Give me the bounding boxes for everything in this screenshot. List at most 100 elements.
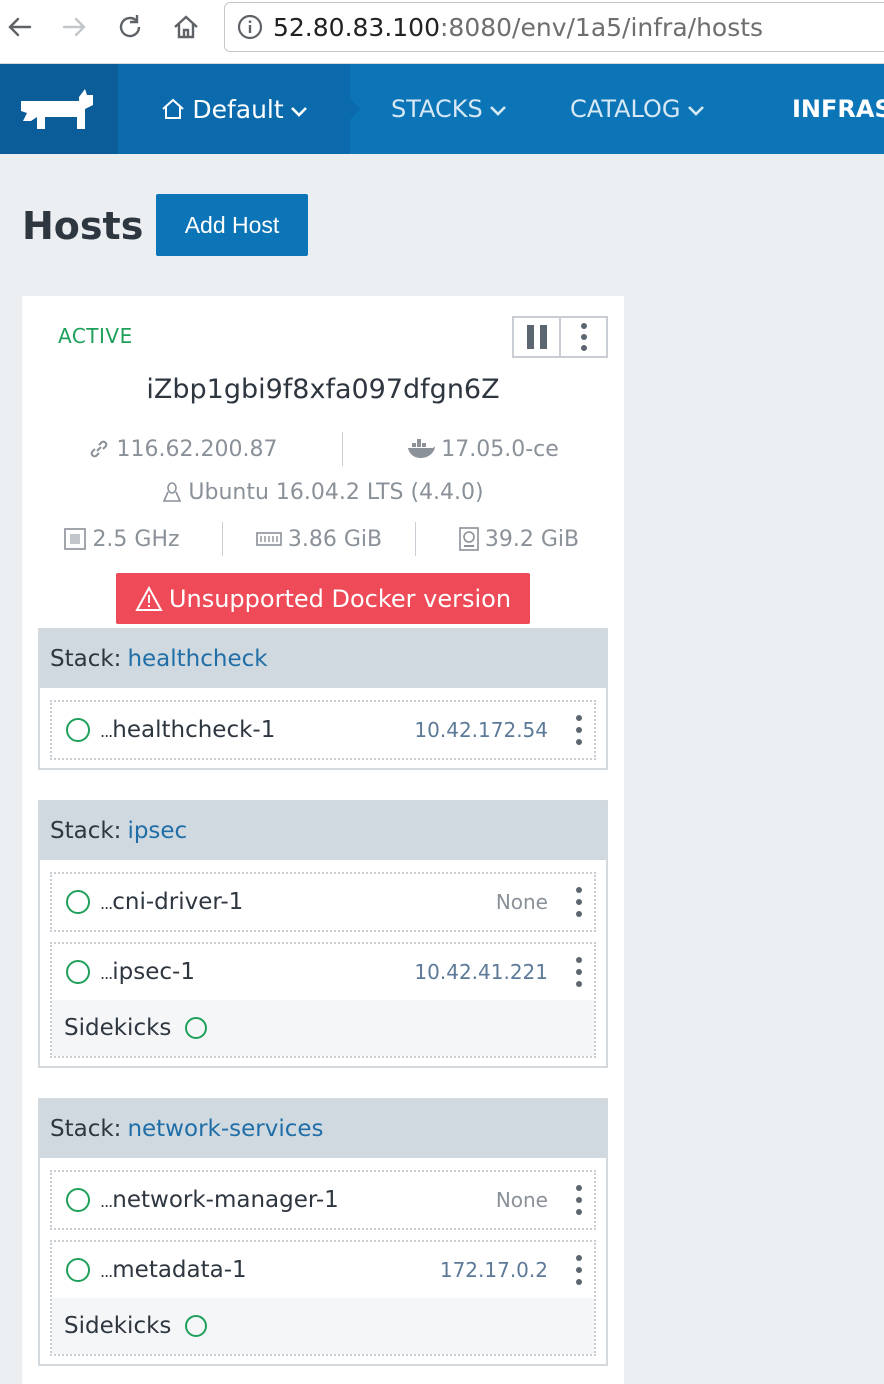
environment-label: Default	[192, 94, 284, 124]
stack-link[interactable]: network-services	[127, 1116, 323, 1142]
memory-icon	[256, 530, 282, 548]
more-vertical-icon[interactable]	[574, 715, 584, 745]
container-ip: 10.42.41.221	[414, 960, 548, 984]
info-icon[interactable]	[237, 14, 263, 40]
more-vertical-icon[interactable]	[561, 318, 606, 356]
status-circle-icon	[66, 1258, 90, 1282]
container-card[interactable]: ...metadata-1 172.17.0.2 Sidekicks	[50, 1240, 596, 1356]
status-circle-icon	[66, 1188, 90, 1212]
stack-link[interactable]: healthcheck	[127, 646, 267, 672]
home-outline-icon	[160, 96, 186, 122]
host-card: ACTIVE iZbp1gbi9f8xfa097dfgn6Z 116.62.20…	[22, 296, 624, 1384]
more-vertical-icon[interactable]	[574, 1255, 584, 1285]
warning-triangle-icon	[135, 585, 163, 612]
container-name[interactable]: ...healthcheck-1	[100, 717, 275, 743]
stack-prefix: Stack:	[50, 1116, 122, 1142]
docker-icon	[407, 439, 436, 459]
container-ip: 10.42.172.54	[414, 718, 548, 742]
stack-link[interactable]: ipsec	[127, 818, 187, 844]
host-state-badge: ACTIVE	[58, 324, 133, 348]
container-card[interactable]: ...ipsec-1 10.42.41.221 Sidekicks	[50, 942, 596, 1058]
storage-icon	[459, 527, 479, 551]
container-ip: None	[495, 1188, 548, 1212]
link-icon	[87, 437, 111, 461]
back-arrow-icon[interactable]	[2, 10, 38, 44]
container-card[interactable]: ...network-manager-1 None	[50, 1170, 596, 1230]
linux-icon	[162, 481, 182, 505]
browser-toolbar: 52.80.83.100:8080/env/1a5/infra/hosts	[0, 0, 884, 64]
stack-network-services: Stack: network-services ...network-manag…	[38, 1098, 608, 1366]
host-storage: 39.2 GiB	[416, 527, 622, 552]
add-host-button[interactable]: Add Host	[156, 194, 308, 256]
address-bar[interactable]: 52.80.83.100:8080/env/1a5/infra/hosts	[224, 2, 884, 52]
rancher-cow-icon	[21, 89, 93, 129]
url-host: 52.80.83.100	[273, 12, 440, 42]
nav-catalog-label: CATALOG	[570, 95, 681, 123]
docker-version-text: 17.05.0-ce	[441, 436, 559, 462]
status-circle-icon[interactable]	[185, 1315, 208, 1337]
host-name: iZbp1gbi9f8xfa097dfgn6Z	[146, 374, 500, 405]
page-title: Hosts	[22, 204, 144, 248]
cpu-text: 2.5 GHz	[92, 526, 180, 552]
pause-icon[interactable]	[514, 318, 561, 356]
rancher-logo[interactable]	[0, 64, 118, 154]
chevron-down-icon	[290, 95, 308, 124]
stack-prefix: Stack:	[50, 818, 122, 844]
container-name[interactable]: ...network-manager-1	[100, 1187, 339, 1213]
container-ip: None	[495, 890, 548, 914]
container-name[interactable]: ...metadata-1	[100, 1257, 247, 1283]
nav-infrastructure[interactable]: INFRAS	[792, 64, 884, 154]
more-vertical-icon[interactable]	[574, 1185, 584, 1215]
cpu-icon	[64, 528, 87, 550]
stack-healthcheck: Stack: healthcheck ...healthcheck-1 10.4…	[38, 628, 608, 770]
warning-text: Unsupported Docker version	[168, 584, 512, 613]
host-memory: 3.86 GiB	[223, 527, 415, 552]
host-docker-version: 17.05.0-ce	[343, 437, 623, 462]
home-icon[interactable]	[168, 10, 204, 44]
status-circle-icon[interactable]	[185, 1017, 208, 1039]
container-ip: 172.17.0.2	[439, 1258, 548, 1282]
host-os: Ubuntu 16.04.2 LTS (4.4.0)	[22, 480, 624, 505]
storage-text: 39.2 GiB	[484, 526, 580, 552]
sidekicks-label: Sidekicks	[64, 1313, 172, 1339]
host-ip: 116.62.200.87	[22, 437, 342, 462]
unsupported-docker-warning[interactable]: Unsupported Docker version	[116, 573, 530, 624]
container-row: ...ipsec-1 10.42.41.221	[52, 944, 594, 1000]
reload-icon[interactable]	[112, 10, 148, 44]
status-circle-icon	[66, 718, 90, 742]
nav-catalog[interactable]: CATALOG	[570, 64, 705, 154]
more-vertical-icon[interactable]	[574, 887, 584, 917]
sidekicks-row: Sidekicks	[52, 1000, 594, 1056]
forward-arrow-icon[interactable]	[56, 10, 92, 44]
container-row: ...network-manager-1 None	[52, 1172, 594, 1228]
host-actions	[512, 316, 608, 358]
container-row: ...healthcheck-1 10.42.172.54	[52, 702, 594, 758]
host-resources-row: 2.5 GHz 3.86 GiB 39.2 GiB	[22, 522, 624, 556]
container-name[interactable]: ...cni-driver-1	[100, 889, 243, 915]
stack-prefix: Stack:	[50, 646, 122, 672]
chevron-down-icon	[489, 95, 507, 123]
status-circle-icon	[66, 960, 90, 984]
stack-header: Stack: healthcheck	[40, 630, 606, 688]
container-row: ...cni-driver-1 None	[52, 874, 594, 930]
container-name[interactable]: ...ipsec-1	[100, 959, 195, 985]
url-path: :8080/env/1a5/infra/hosts	[440, 12, 764, 42]
memory-text: 3.86 GiB	[287, 526, 383, 552]
host-network-row: 116.62.200.87 17.05.0-ce	[22, 432, 624, 466]
status-circle-icon	[66, 890, 90, 914]
nav-infrastructure-label: INFRAS	[792, 95, 884, 123]
stack-header: Stack: ipsec	[40, 802, 606, 860]
stack-ipsec: Stack: ipsec ...cni-driver-1 None ...ips…	[38, 800, 608, 1068]
more-vertical-icon[interactable]	[574, 957, 584, 987]
host-os-text: Ubuntu 16.04.2 LTS (4.4.0)	[188, 480, 484, 505]
host-ip-text: 116.62.200.87	[116, 436, 278, 462]
chevron-down-icon	[687, 95, 705, 123]
nav-stacks[interactable]: STACKS	[391, 64, 507, 154]
sidekicks-row: Sidekicks	[52, 1298, 594, 1354]
environment-switcher[interactable]: Default	[118, 64, 350, 154]
stack-header: Stack: network-services	[40, 1100, 606, 1158]
container-card[interactable]: ...cni-driver-1 None	[50, 872, 596, 932]
host-cpu: 2.5 GHz	[22, 527, 222, 552]
nav-stacks-label: STACKS	[391, 95, 483, 123]
container-card[interactable]: ...healthcheck-1 10.42.172.54	[50, 700, 596, 760]
